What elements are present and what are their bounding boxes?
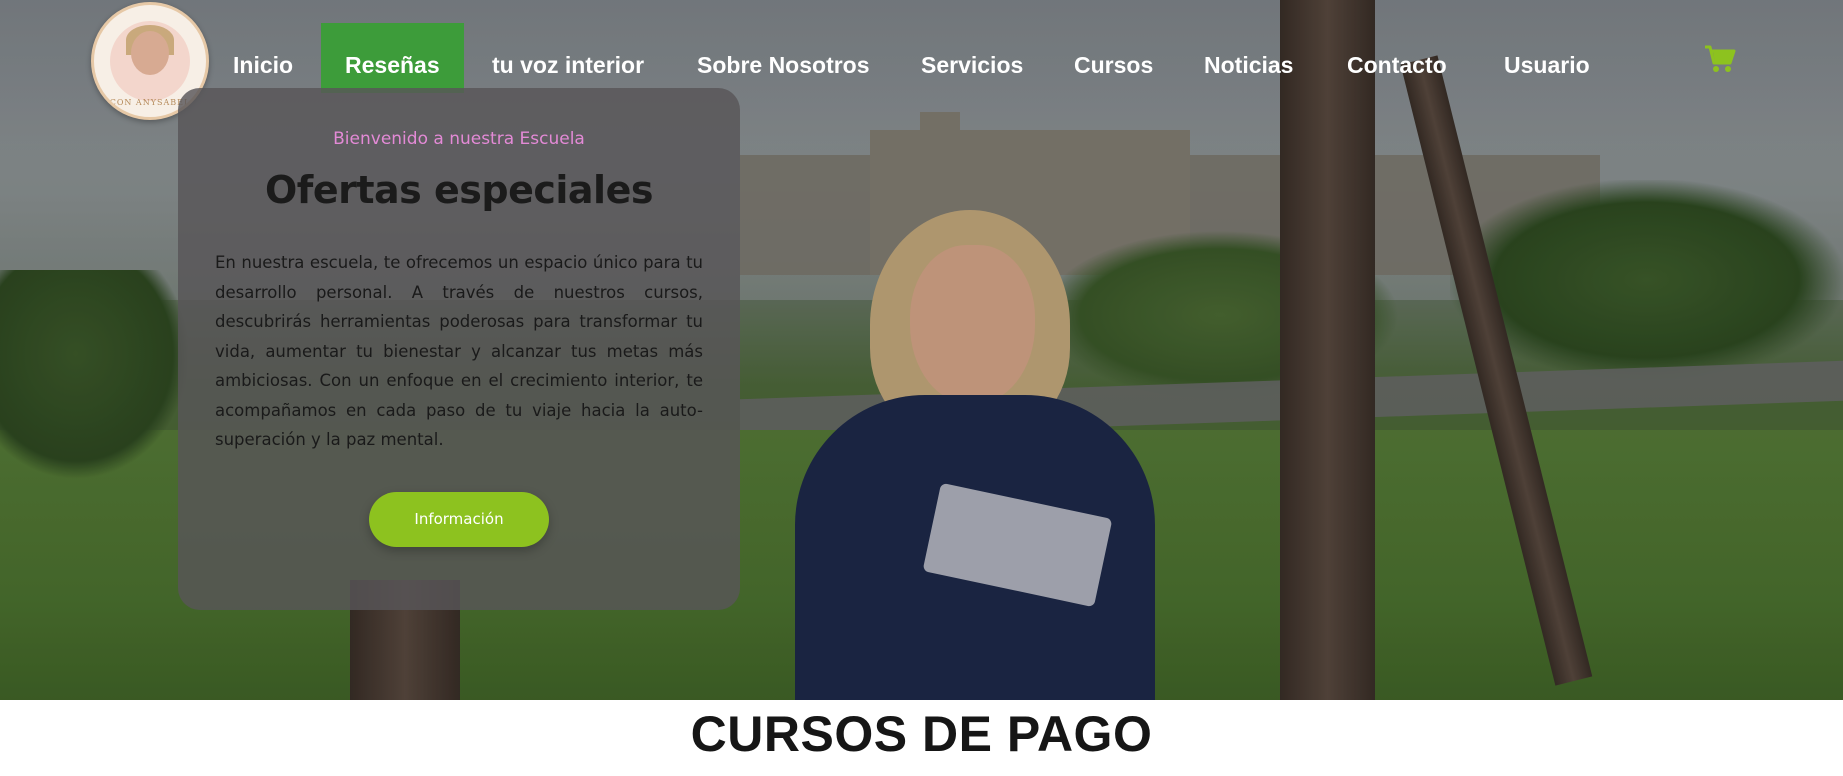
logo-portrait-face [131,31,169,75]
shopping-cart-icon[interactable] [1704,44,1736,74]
nav-item-inicio[interactable]: Inicio [233,23,293,93]
informacion-button[interactable]: Información [369,492,549,547]
hero-kicker: Bienvenido a nuestra Escuela [333,129,585,149]
nav-item-sobre-nosotros[interactable]: Sobre Nosotros [697,23,870,93]
nav-item-contacto[interactable]: Contacto [1347,23,1447,93]
nav-item-cursos[interactable]: Cursos [1074,23,1153,93]
hero-description: En nuestra escuela, te ofrecemos un espa… [215,253,703,449]
hero-offer-card: Bienvenido a nuestra Escuela Ofertas esp… [178,88,740,610]
hero-title: Ofertas especiales [265,168,653,212]
nav-item-servicios[interactable]: Servicios [921,23,1023,93]
nav-item-noticias[interactable]: Noticias [1204,23,1293,93]
section-title: CURSOS DE PAGO [690,706,1153,762]
nav-item-tu-voz-interior[interactable]: tu voz interior [492,23,644,93]
nav-item-resenas[interactable]: Reseñas [321,23,464,93]
nav-item-usuario[interactable]: Usuario [1504,23,1590,93]
